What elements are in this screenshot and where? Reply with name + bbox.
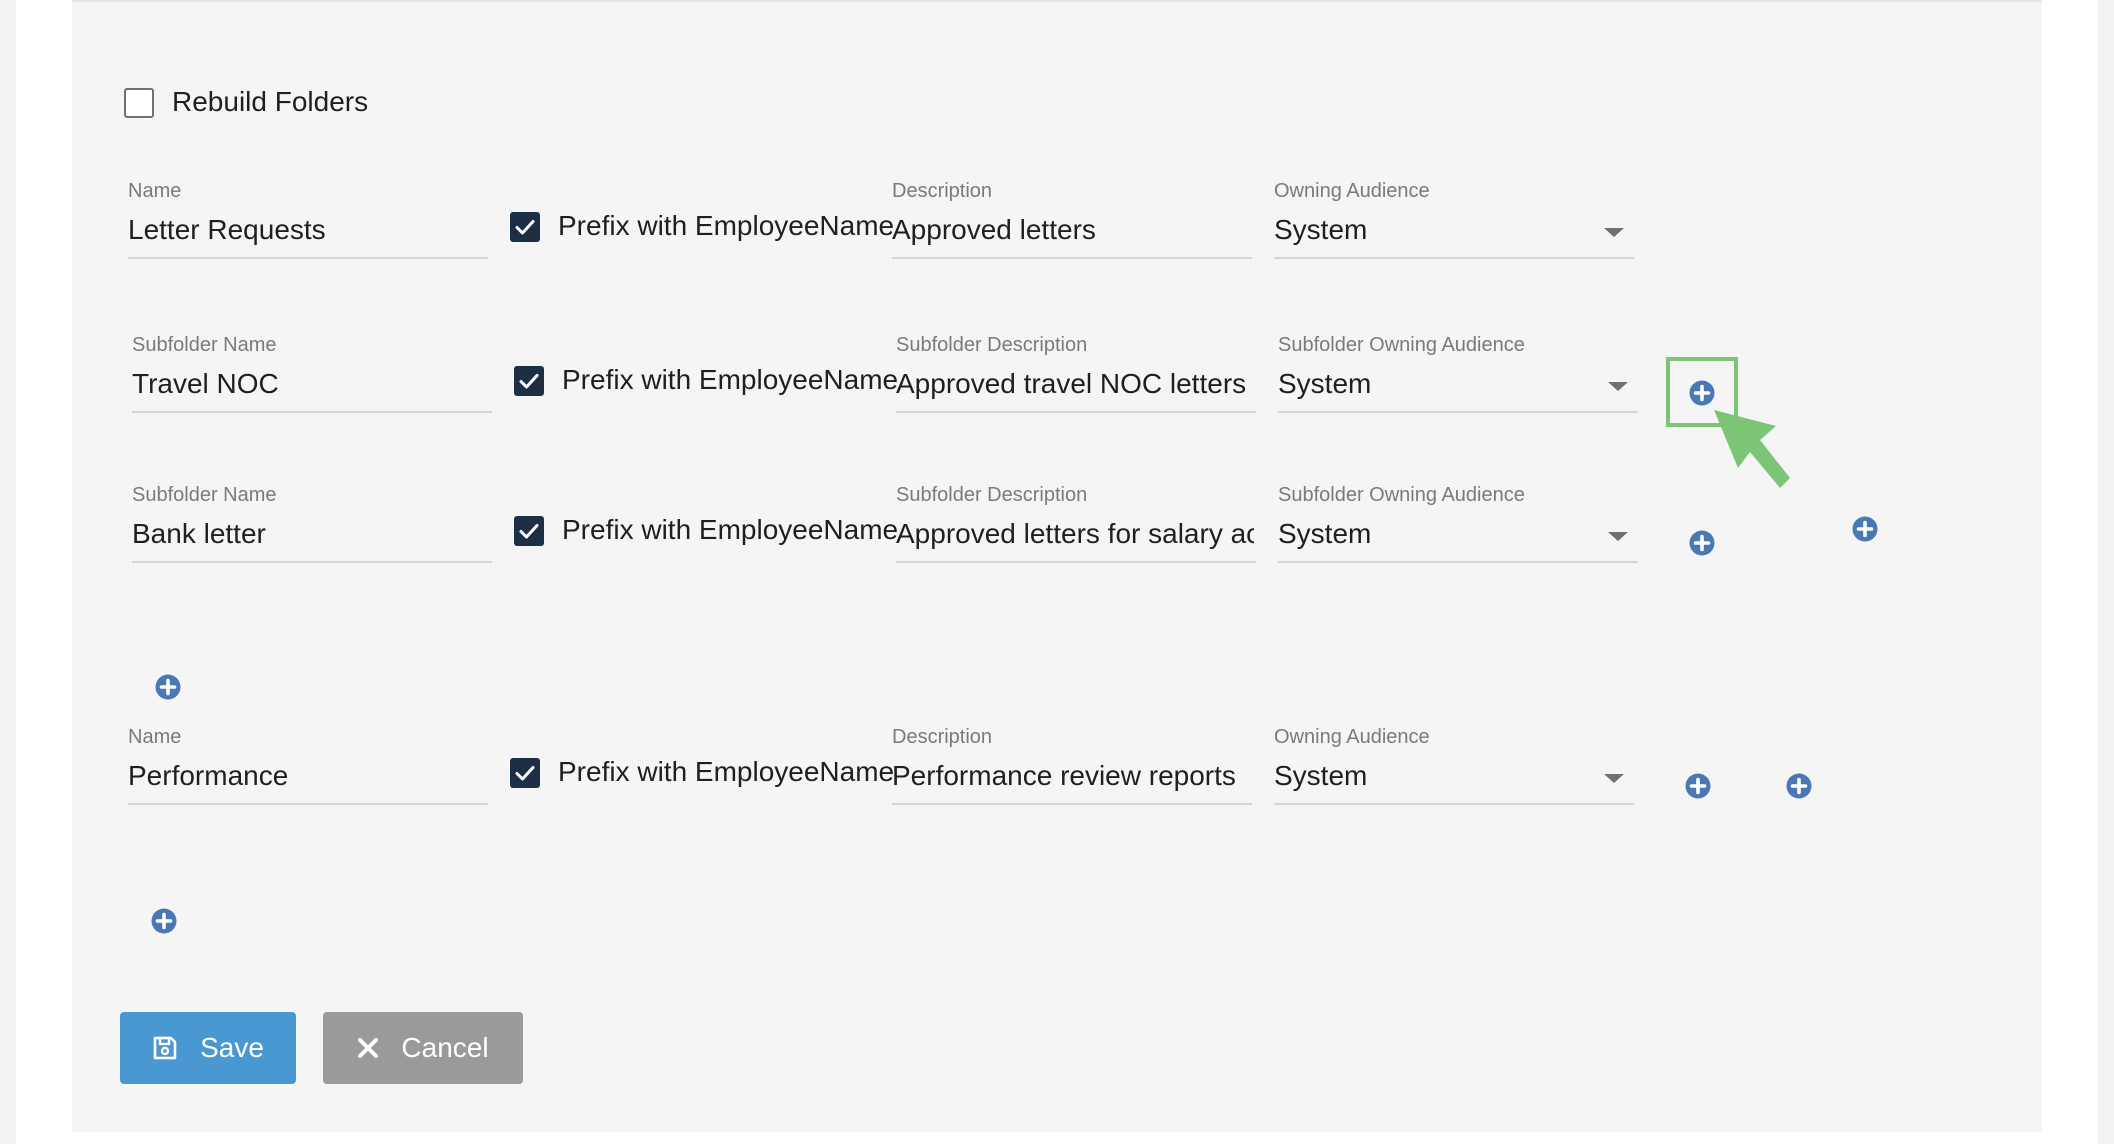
plus-circle-icon[interactable] xyxy=(151,908,177,934)
floppy-disk-icon xyxy=(152,1035,178,1061)
caret-down-icon[interactable] xyxy=(1608,532,1628,541)
folder-prefix-checkbox[interactable] xyxy=(510,212,540,242)
folder-audience-select[interactable]: System xyxy=(1274,214,1574,246)
folder-description-underline xyxy=(892,803,1252,805)
folder-prefix-checkbox[interactable] xyxy=(510,758,540,788)
save-button-label: Save xyxy=(200,1032,264,1063)
caret-down-icon[interactable] xyxy=(1608,382,1628,391)
folder-description-underline xyxy=(892,257,1252,259)
folder-name-underline xyxy=(128,803,488,805)
folder-name-label: Name xyxy=(128,180,182,202)
page-gutter-left xyxy=(0,0,16,1144)
subfolder-description-underline xyxy=(896,411,1256,413)
subfolder-prefix-label: Prefix with EmployeeName xyxy=(562,364,899,395)
cancel-button-label: Cancel xyxy=(401,1032,489,1063)
page-gutter-right xyxy=(2098,0,2114,1144)
subfolder-name-input[interactable]: Bank letter xyxy=(132,518,490,550)
folder-description-label: Description xyxy=(892,180,993,202)
subfolder-description-input[interactable]: Approved travel NOC letters xyxy=(896,368,1254,400)
folder-audience-underline xyxy=(1274,257,1634,259)
cursor-arrow-icon xyxy=(1712,408,1792,497)
cancel-button[interactable]: Cancel xyxy=(323,1012,523,1084)
plus-circle-icon[interactable] xyxy=(1689,530,1715,556)
caret-down-icon[interactable] xyxy=(1604,774,1624,783)
subfolder-description-underline xyxy=(896,561,1256,563)
folder-name-label: Name xyxy=(128,726,182,748)
save-button[interactable]: Save xyxy=(120,1012,296,1084)
subfolder-name-label: Subfolder Name xyxy=(132,334,277,356)
folder-prefix-label: Prefix with EmployeeName xyxy=(558,756,895,787)
folder-name-input[interactable]: Performance xyxy=(128,760,486,792)
folder-prefix-label: Prefix with EmployeeName xyxy=(558,210,895,241)
folder-description-input[interactable]: Performance review reports xyxy=(892,760,1250,792)
subfolder-audience-label: Subfolder Owning Audience xyxy=(1278,334,1525,356)
plus-circle-icon[interactable] xyxy=(155,674,181,700)
subfolder-audience-underline xyxy=(1278,561,1638,563)
folder-audience-select[interactable]: System xyxy=(1274,760,1574,792)
plus-circle-icon[interactable] xyxy=(1685,773,1711,799)
plus-circle-icon[interactable] xyxy=(1689,380,1715,406)
folder-form-panel: Rebuild Folders Name Letter Requests Pre… xyxy=(72,0,2042,1132)
subfolder-prefix-checkbox[interactable] xyxy=(514,366,544,396)
subfolder-description-label: Subfolder Description xyxy=(896,484,1088,506)
folder-name-underline xyxy=(128,257,488,259)
subfolder-audience-underline xyxy=(1278,411,1638,413)
subfolder-name-underline xyxy=(132,411,492,413)
subfolder-description-input[interactable]: Approved letters for salary acc xyxy=(896,518,1254,550)
subfolder-name-label: Subfolder Name xyxy=(132,484,277,506)
subfolder-audience-select[interactable]: System xyxy=(1278,368,1578,400)
subfolder-prefix-checkbox[interactable] xyxy=(514,516,544,546)
folder-audience-label: Owning Audience xyxy=(1274,180,1430,202)
subfolder-description-label: Subfolder Description xyxy=(896,334,1088,356)
folder-name-input[interactable]: Letter Requests xyxy=(128,214,486,246)
subfolder-audience-label: Subfolder Owning Audience xyxy=(1278,484,1525,506)
folder-description-input[interactable]: Approved letters xyxy=(892,214,1250,246)
subfolder-name-input[interactable]: Travel NOC xyxy=(132,368,490,400)
caret-down-icon[interactable] xyxy=(1604,228,1624,237)
subfolder-audience-select[interactable]: System xyxy=(1278,518,1578,550)
x-icon xyxy=(357,1037,379,1059)
folder-description-label: Description xyxy=(892,726,993,748)
plus-circle-icon[interactable] xyxy=(1786,773,1812,799)
plus-circle-icon[interactable] xyxy=(1852,516,1878,542)
subfolder-name-underline xyxy=(132,561,492,563)
folder-audience-label: Owning Audience xyxy=(1274,726,1430,748)
rebuild-folders-label: Rebuild Folders xyxy=(172,86,369,117)
rebuild-folders-checkbox[interactable] xyxy=(124,88,154,118)
folder-audience-underline xyxy=(1274,803,1634,805)
subfolder-prefix-label: Prefix with EmployeeName xyxy=(562,514,899,545)
